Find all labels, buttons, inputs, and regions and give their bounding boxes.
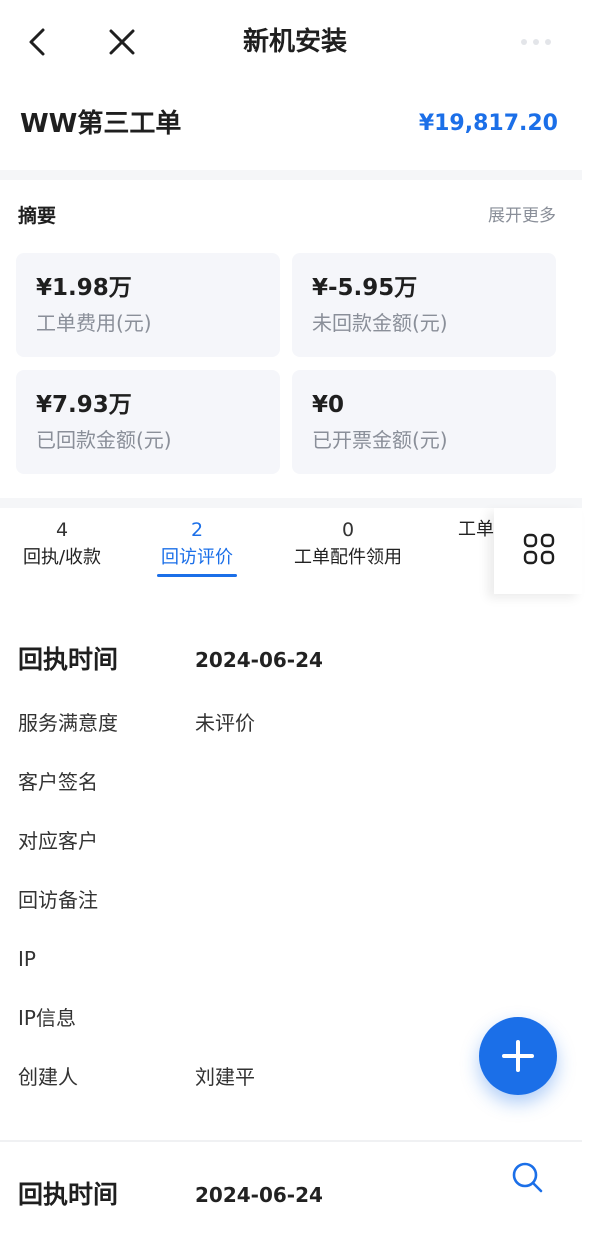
summary-card-label: 已回款金额(元) [36, 428, 172, 452]
summary-card-value: ¥7.93万 [36, 392, 132, 418]
order-amount: ¥19,817.20 [418, 111, 558, 136]
grid-icon [523, 533, 555, 565]
record-head-label: 回执时间 [18, 1180, 119, 1209]
summary-card-value: ¥1.98万 [36, 275, 132, 301]
field-value: 刘建平 [195, 1065, 255, 1089]
field-label: 客户签名 [18, 770, 98, 794]
tab-grid-button[interactable] [494, 508, 582, 594]
tab-count: 0 [341, 519, 355, 541]
field-label: 服务满意度 [18, 711, 118, 735]
summary-card-label: 工单费用(元) [36, 311, 152, 335]
summary-title: 摘要 [18, 205, 57, 227]
summary-card-unpaid: ¥-5.95万 未回款金额(元) [292, 253, 556, 357]
summary-card-label: 未回款金额(元) [312, 311, 448, 335]
summary-card-value: ¥0 [312, 392, 345, 418]
search-icon [512, 1162, 543, 1193]
tab-parts-usage[interactable]: 0 工单配件领用 [288, 516, 408, 572]
record-divider [0, 1140, 582, 1142]
tab-label: 回访评价 [161, 547, 233, 568]
tab-label: 回执/收款 [22, 547, 102, 568]
order-header: WW第三工单 ¥19,817.20 [0, 84, 590, 170]
order-name: WW第三工单 [20, 109, 182, 139]
nav-bar: 新机安装 [0, 0, 590, 84]
search-button[interactable] [510, 1160, 544, 1194]
field-label: IP信息 [18, 1006, 76, 1030]
field-value: 未评价 [195, 711, 255, 735]
field-label: IP [18, 947, 36, 971]
section-divider [0, 170, 582, 180]
page-title: 新机安装 [242, 27, 347, 57]
more-dots-icon [521, 39, 551, 45]
tab-return-visit[interactable]: 2 回访评价 [154, 516, 240, 577]
add-button[interactable] [479, 1017, 557, 1095]
summary-card-order-fee: ¥1.98万 工单费用(元) [16, 253, 280, 357]
section-divider [0, 498, 582, 508]
field-label: 对应客户 [18, 829, 98, 853]
summary-card-label: 已开票金额(元) [312, 428, 448, 452]
summary-section: 摘要 展开更多 ¥1.98万 工单费用(元) ¥-5.95万 未回款金额(元) … [0, 180, 582, 498]
record-head-value: 2024-06-24 [195, 1183, 323, 1207]
record-head-label: 回执时间 [18, 645, 119, 674]
tab-count: 4 [55, 519, 69, 541]
field-label: 创建人 [18, 1065, 78, 1089]
record-head-value: 2024-06-24 [195, 648, 323, 672]
summary-card-invoiced: ¥0 已开票金额(元) [292, 370, 556, 474]
tab-count: 2 [190, 519, 204, 541]
plus-icon [502, 1040, 534, 1072]
tab-receipt-payment[interactable]: 4 回执/收款 [18, 516, 106, 572]
more-button[interactable] [516, 30, 556, 54]
field-label: 回访备注 [18, 888, 98, 912]
summary-card-value: ¥-5.95万 [312, 275, 418, 301]
expand-more-link[interactable]: 展开更多 [488, 202, 556, 230]
tab-label: 工单配件领用 [294, 547, 402, 568]
summary-card-paid: ¥7.93万 已回款金额(元) [16, 370, 280, 474]
